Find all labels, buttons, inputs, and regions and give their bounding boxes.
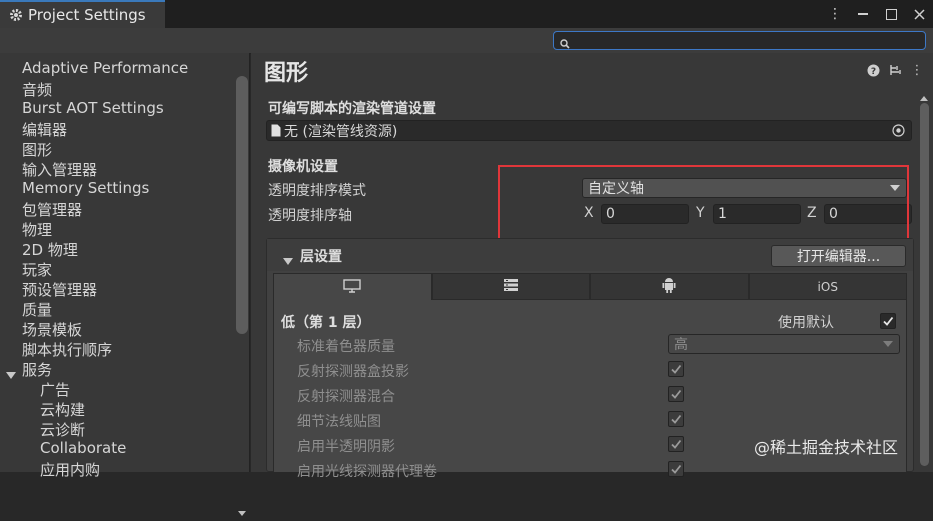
sidebar-item[interactable]: 2D 物理 bbox=[22, 239, 78, 260]
sidebar-item[interactable]: 预设管理器 bbox=[22, 279, 97, 300]
camera-settings-heading: 摄像机设置 bbox=[268, 159, 338, 175]
sidebar-item[interactable]: 编辑器 bbox=[22, 119, 67, 140]
help-icon[interactable]: ? bbox=[866, 62, 880, 78]
sidebar-item[interactable]: 场景模板 bbox=[22, 319, 82, 340]
tier-row-label: 启用半透明阴影 bbox=[297, 439, 395, 455]
sidebar-item[interactable]: Adaptive Performance bbox=[22, 59, 188, 77]
main-scroll-thumb[interactable] bbox=[920, 103, 929, 466]
sidebar-item[interactable]: 图形 bbox=[22, 139, 52, 160]
project-settings-tab[interactable]: Project Settings bbox=[0, 0, 165, 28]
tab-ios[interactable]: iOS bbox=[748, 273, 907, 300]
shader-quality-dropdown[interactable]: 高 bbox=[668, 334, 900, 354]
sidebar-scroll-thumb[interactable] bbox=[236, 76, 248, 334]
watermark: @稀土掘金技术社区 bbox=[754, 438, 899, 457]
sidebar: Adaptive Performance 音频 Burst AOT Settings… bbox=[0, 53, 250, 516]
window-title: Project Settings bbox=[28, 6, 146, 24]
sidebar-item[interactable]: Memory Settings bbox=[22, 179, 149, 197]
tier-row-label: 反射探测器混合 bbox=[297, 389, 395, 405]
maximize-button[interactable] bbox=[883, 6, 899, 22]
android-icon bbox=[662, 277, 676, 296]
sidebar-item[interactable]: 应用内购 bbox=[40, 459, 100, 480]
sort-mode-label: 透明度排序模式 bbox=[268, 183, 366, 199]
close-button[interactable] bbox=[911, 6, 927, 22]
title-bar: Project Settings ⋮ bbox=[0, 0, 933, 28]
sidebar-item[interactable]: 广告 bbox=[40, 379, 70, 400]
tier-row-checkbox[interactable] bbox=[668, 386, 684, 402]
srp-asset-field[interactable]: 无 (渲染管线资源) bbox=[266, 120, 912, 141]
sidebar-item[interactable]: 服务 bbox=[22, 359, 52, 380]
search-icon bbox=[559, 35, 571, 49]
tier-row-label: 细节法线贴图 bbox=[297, 414, 381, 430]
srp-asset-value: 无 (渲染管线资源) bbox=[284, 123, 398, 140]
use-defaults-label: 使用默认 bbox=[778, 315, 834, 331]
page-title: 图形 bbox=[264, 61, 309, 86]
minimize-button[interactable] bbox=[855, 6, 871, 22]
tier-row-checkbox[interactable] bbox=[668, 411, 684, 427]
sidebar-item[interactable]: 玩家 bbox=[22, 259, 52, 280]
shader-quality-value: 高 bbox=[674, 337, 688, 353]
tier-row-label: 标准着色器质量 bbox=[297, 339, 395, 355]
sidebar-item[interactable]: 物理 bbox=[22, 219, 52, 240]
sidebar-item[interactable]: Burst AOT Settings bbox=[22, 99, 164, 117]
tier-row-checkbox[interactable] bbox=[668, 361, 684, 377]
tier-title: 低（第 1 层） bbox=[281, 315, 371, 331]
tier-row-checkbox[interactable] bbox=[668, 436, 684, 452]
file-icon bbox=[271, 124, 281, 137]
sidebar-item[interactable]: 包管理器 bbox=[22, 199, 82, 220]
monitor-icon bbox=[343, 278, 361, 296]
foldout-arrow-icon[interactable] bbox=[283, 251, 293, 270]
sidebar-item[interactable]: 脚本执行顺序 bbox=[22, 339, 112, 360]
object-picker-icon[interactable] bbox=[892, 124, 905, 141]
sidebar-item[interactable]: 输入管理器 bbox=[22, 159, 97, 180]
server-icon bbox=[503, 278, 519, 295]
sidebar-item[interactable]: 云构建 bbox=[40, 399, 85, 420]
tier-row-checkbox[interactable] bbox=[668, 461, 684, 477]
sort-axis-label: 透明度排序轴 bbox=[268, 208, 352, 224]
srp-heading: 可编写脚本的渲染管道设置 bbox=[268, 101, 436, 117]
expand-arrow-icon[interactable] bbox=[6, 365, 16, 379]
gear-icon bbox=[8, 7, 24, 23]
use-defaults-checkbox[interactable] bbox=[880, 313, 896, 329]
tier-settings-title: 层设置 bbox=[300, 249, 342, 265]
tier-row-label: 启用光线探测器代理卷 bbox=[297, 464, 437, 480]
tab-android[interactable] bbox=[590, 273, 749, 300]
sidebar-item[interactable]: Collaborate bbox=[40, 439, 126, 457]
more-options-icon[interactable]: ⋮ bbox=[827, 6, 843, 22]
more-icon[interactable]: ⋮ bbox=[910, 62, 924, 78]
tier-row-label: 反射探测器盒投影 bbox=[297, 364, 409, 380]
tab-standalone[interactable] bbox=[273, 273, 432, 300]
chevron-down-icon bbox=[883, 341, 893, 347]
search-input[interactable] bbox=[553, 31, 926, 50]
sidebar-item[interactable]: 云诊断 bbox=[40, 419, 85, 440]
tab-ios-label: iOS bbox=[817, 279, 838, 294]
open-editor-button[interactable]: 打开编辑器... bbox=[771, 245, 906, 267]
tab-server[interactable] bbox=[431, 273, 590, 300]
highlight-box bbox=[498, 165, 909, 242]
svg-text:?: ? bbox=[870, 67, 875, 77]
sidebar-item[interactable]: 音频 bbox=[22, 79, 52, 100]
sidebar-item[interactable]: 质量 bbox=[22, 299, 52, 320]
preset-icon[interactable] bbox=[888, 62, 902, 78]
platform-tabs: iOS bbox=[273, 273, 907, 300]
